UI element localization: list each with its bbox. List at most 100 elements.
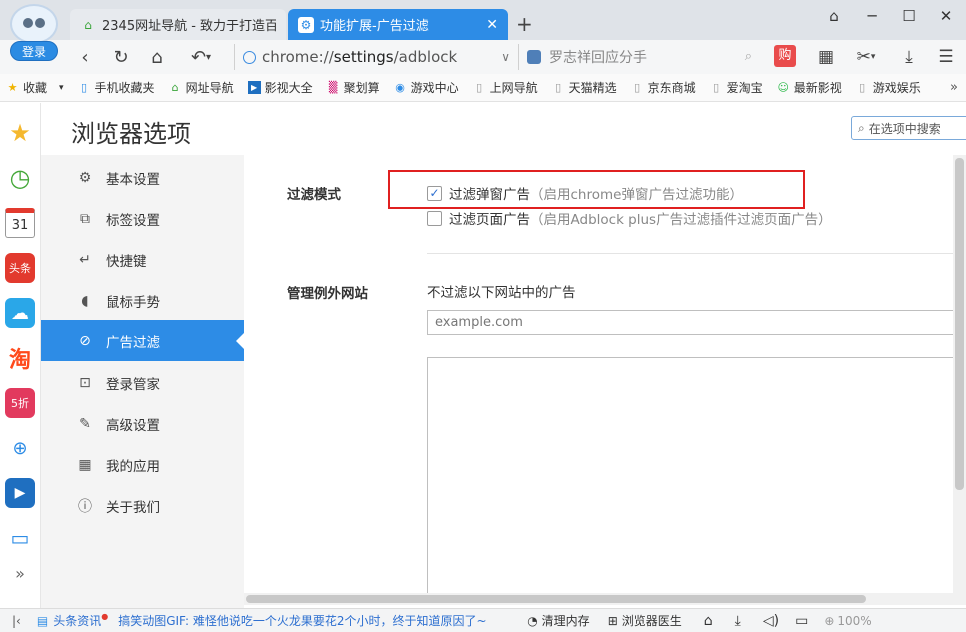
sound-icon[interactable]: ◁) [763, 613, 779, 629]
address-prefix: chrome:// [262, 48, 334, 66]
film-icon: ▶ [248, 81, 261, 94]
horizontal-scroll-thumb[interactable] [246, 595, 866, 603]
option-label: 过滤页面广告 [449, 208, 530, 228]
bookmark-item[interactable]: ▯游戏娱乐 [856, 79, 921, 96]
clear-memory-button[interactable]: 清理内存 [542, 612, 590, 629]
desktop-icon[interactable]: ▭ [5, 523, 35, 553]
page-icon: ▯ [710, 81, 723, 94]
bookmark-label: 聚划算 [344, 79, 380, 96]
face-icon: ☺ [777, 81, 790, 94]
scissors-icon[interactable]: ✂▾ [848, 44, 884, 70]
bookmark-item[interactable]: ▯京东商城 [631, 79, 696, 96]
history-clock-icon[interactable]: ◷ [5, 163, 35, 193]
browser-doctor-button[interactable]: 浏览器医生 [622, 612, 682, 629]
secure-globe-icon [243, 51, 256, 64]
news-icon: ▤ [37, 614, 48, 628]
toutiao-icon[interactable]: 头条 [5, 253, 35, 283]
game-icon: ◉ [394, 81, 407, 94]
logo-mascot-icon [10, 4, 58, 44]
bookmark-item[interactable]: ▯ 上网导航 [473, 79, 538, 96]
nav-basic-settings[interactable]: ⚙基本设置 [41, 157, 244, 198]
nav-about[interactable]: ⓘ关于我们 [41, 485, 244, 526]
nav-label: 高级设置 [106, 414, 160, 434]
zoom-level[interactable]: 100% [837, 614, 871, 628]
video-icon[interactable]: ▶ [5, 478, 35, 508]
gamepad-icon[interactable]: ⊕ [5, 433, 35, 463]
bookmarks-bar: ★收藏▾ ▯手机收藏夹 ⌂网址导航 ▶ 影视大全 ▒ 聚划算 ◉ 游戏中心 ▯ 上网导航… [0, 74, 966, 102]
bookmark-favorites[interactable]: ★收藏▾ [6, 79, 64, 96]
window-icon[interactable]: ▭ [795, 613, 808, 629]
bookmark-item[interactable]: ▶ 影视大全 [248, 79, 313, 96]
bookmark-item[interactable]: ▯天猫精选 [552, 79, 617, 96]
bookmark-item[interactable]: ▯爱淘宝 [710, 79, 763, 96]
download-icon[interactable]: ⤓ [895, 44, 923, 70]
shopping-button[interactable]: 购 [774, 45, 796, 67]
bookmark-label: 上网导航 [490, 79, 538, 96]
star-icon: ★ [6, 81, 19, 94]
search-bar[interactable]: 罗志祥回应分手 ⌕ [518, 44, 758, 70]
home-icon[interactable]: ⌂ [144, 44, 170, 70]
bookmark-label: 影视大全 [265, 79, 313, 96]
search-icon[interactable]: ⌕ [745, 49, 752, 64]
bookmark-item[interactable]: ⌂网址导航 [169, 79, 234, 96]
nav-shortcuts[interactable]: ↵快捷键 [41, 239, 244, 280]
bookmark-item[interactable]: ▒ 聚划算 [327, 79, 380, 96]
maximize-icon[interactable]: ☐ [897, 6, 921, 26]
bookmark-item[interactable]: ☺ 最新影视 [777, 79, 842, 96]
skin-icon[interactable]: ⌂ [822, 6, 846, 26]
exception-site-list[interactable] [427, 357, 966, 597]
collapse-icon[interactable]: |‹ [12, 614, 21, 628]
nav-ad-filter[interactable]: ⊘广告过滤 [41, 320, 244, 361]
nav-mouse-gestures[interactable]: ◖鼠标手势 [41, 280, 244, 321]
favorites-star-icon[interactable]: ★ [5, 118, 35, 148]
apps-grid-icon[interactable]: ▦ [812, 44, 840, 70]
bookmark-label: 最新影视 [794, 79, 842, 96]
more-bookmarks-icon[interactable]: » [950, 80, 958, 95]
page-filter-checkbox[interactable] [427, 211, 442, 226]
menu-icon[interactable]: ☰ [932, 44, 960, 70]
discount-icon[interactable]: 5折 [5, 388, 35, 418]
page-icon: ▯ [473, 81, 486, 94]
minimize-icon[interactable]: ─ [860, 6, 884, 26]
search-input[interactable]: 罗志祥回应分手 [549, 47, 647, 67]
news-label[interactable]: 头条资讯 [53, 612, 101, 629]
option-note: （启用Adblock plus广告过滤插件过滤页面广告） [530, 208, 832, 228]
nav-tab-settings[interactable]: ⧉ 标签设置 [41, 198, 244, 239]
exception-site-input[interactable]: example.com [427, 310, 966, 335]
calendar-icon[interactable]: 31 [5, 208, 35, 238]
wrench-icon: ✎ [77, 416, 93, 432]
bookmark-item[interactable]: ◉ 游戏中心 [394, 79, 459, 96]
taobao-icon[interactable]: 淘 [5, 343, 35, 373]
tab-title: 2345网址导航 - 致力于打造百 [102, 15, 276, 34]
bookmark-label: 游戏中心 [411, 79, 459, 96]
reload-icon[interactable]: ↻ [108, 44, 134, 70]
nav-advanced-settings[interactable]: ✎ 高级设置 [41, 403, 244, 444]
grid-icon: ▒ [327, 81, 340, 94]
login-button[interactable]: 登录 [10, 41, 58, 61]
nav-label: 广告过滤 [106, 331, 160, 351]
news-headline[interactable]: 搞笑动图GIF: 难怪他说吃一个火龙果要花2个小时，终于知道原因了~ [118, 612, 518, 629]
vertical-scroll-thumb[interactable] [955, 158, 964, 490]
window-close-icon[interactable]: ✕ [934, 6, 958, 26]
weather-icon[interactable]: ☁ [5, 298, 35, 328]
chevron-down-icon[interactable]: ∨ [501, 50, 510, 64]
tab-2345-navigation[interactable]: ⌂ 2345网址导航 - 致力于打造百 [70, 9, 286, 40]
bookmark-item[interactable]: ▯手机收藏夹 [78, 79, 155, 96]
nav-my-apps[interactable]: ▦我的应用 [41, 444, 244, 485]
screenshot-icon[interactable]: ⌂ [704, 613, 713, 629]
tabs-icon: ⧉ [77, 211, 93, 227]
page-filter-option[interactable]: 过滤页面广告（启用Adblock plus广告过滤插件过滤页面广告） [427, 208, 832, 228]
undo-close-icon[interactable]: ↶▾ [184, 44, 218, 70]
address-bar[interactable]: chrome://settings/adblock ∨ [234, 44, 516, 70]
download-icon[interactable]: ⤓ [735, 613, 741, 629]
back-icon[interactable]: ‹ [72, 44, 98, 70]
tab-adblock[interactable]: ⚙ 功能扩展-广告过滤 ✕ [288, 9, 508, 40]
nav-login-manager[interactable]: ⊡登录管家 [41, 362, 244, 403]
close-icon[interactable]: ✕ [486, 17, 498, 33]
nav-label: 标签设置 [106, 209, 160, 229]
options-search-input[interactable]: ⌕ 在选项中搜索 [851, 116, 966, 140]
search-engine-icon [527, 50, 541, 64]
expand-icon[interactable]: » [5, 558, 35, 588]
browser-logo[interactable]: 登录 [8, 4, 60, 62]
new-tab-button[interactable]: + [516, 12, 533, 36]
